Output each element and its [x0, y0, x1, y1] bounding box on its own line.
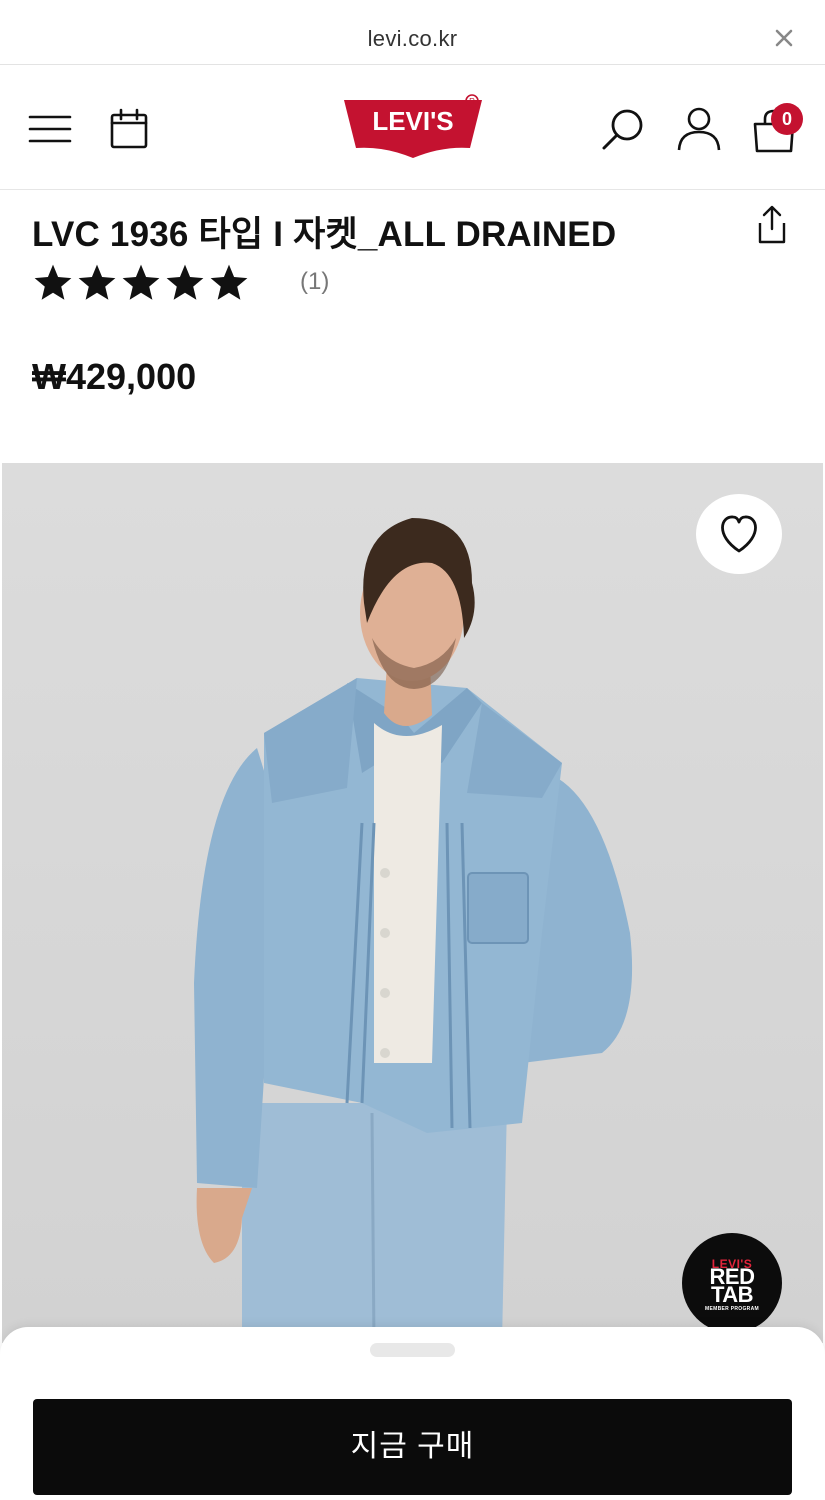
- close-icon[interactable]: [773, 27, 795, 49]
- heart-icon: [721, 515, 757, 553]
- site-header: LEVI'S R: [0, 66, 825, 190]
- url-text[interactable]: levi.co.kr: [0, 26, 825, 52]
- review-count[interactable]: (1): [300, 268, 329, 296]
- star-icon: [210, 264, 248, 300]
- model-wearing-jacket-illustration: [194, 518, 633, 1343]
- product-image[interactable]: [2, 463, 823, 1343]
- bottom-sheet: 지금 구매: [0, 1327, 825, 1500]
- menu-icon[interactable]: [28, 114, 72, 144]
- wishlist-button[interactable]: [696, 494, 782, 574]
- calendar-icon[interactable]: [108, 108, 150, 150]
- svg-text:R: R: [469, 97, 475, 106]
- browser-url-bar: levi.co.kr: [0, 0, 825, 65]
- redtab-member-program: MEMBER PROGRAM: [705, 1306, 759, 1312]
- buy-now-button[interactable]: 지금 구매: [33, 1399, 792, 1495]
- cart-count-badge: 0: [771, 103, 803, 135]
- rating-stars: [32, 262, 250, 304]
- search-icon[interactable]: [600, 106, 646, 152]
- share-icon[interactable]: [754, 205, 790, 245]
- sheet-drag-handle[interactable]: [370, 1343, 455, 1357]
- star-icon: [122, 264, 160, 300]
- user-icon[interactable]: [676, 106, 722, 152]
- levis-logo[interactable]: LEVI'S R: [342, 94, 484, 160]
- redtab-member-badge[interactable]: LEVI'S RED TAB MEMBER PROGRAM: [682, 1233, 782, 1333]
- product-title: LVC 1936 타입 I 자켓_ALL DRAINED: [32, 215, 617, 254]
- product-price: ₩429,000: [32, 356, 197, 397]
- star-icon: [78, 264, 116, 300]
- star-icon: [166, 264, 204, 300]
- redtab-tab: TAB: [710, 1282, 754, 1307]
- logo-text: LEVI'S: [372, 106, 453, 136]
- star-icon: [34, 264, 72, 300]
